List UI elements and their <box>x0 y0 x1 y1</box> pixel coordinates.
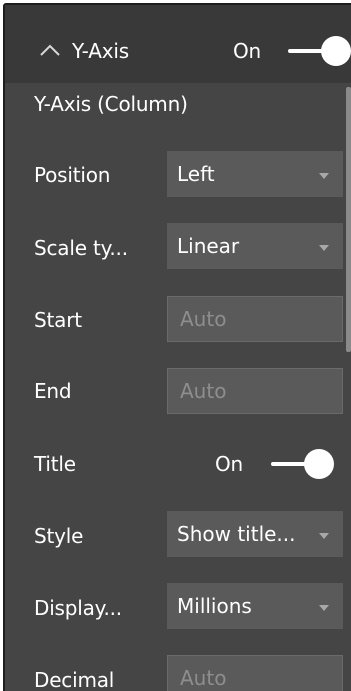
y-axis-toggle[interactable] <box>288 36 351 66</box>
chevron-down-icon <box>319 533 329 539</box>
style-value: Show title... <box>177 522 296 546</box>
scale-type-label: Scale ty... <box>34 236 128 260</box>
scale-type-dropdown[interactable]: Linear <box>167 223 343 269</box>
scrollbar-thumb[interactable] <box>346 87 351 352</box>
chevron-down-icon <box>319 245 329 251</box>
style-label: Style <box>34 524 84 548</box>
chevron-down-icon <box>319 605 329 611</box>
chevron-up-icon[interactable] <box>39 43 61 57</box>
toggle-knob <box>321 36 351 66</box>
start-input[interactable] <box>168 297 342 341</box>
section-title: Y-Axis <box>72 39 129 63</box>
display-units-dropdown[interactable]: Millions <box>167 583 343 629</box>
title-label: Title <box>34 452 76 476</box>
start-label: Start <box>34 308 82 332</box>
chevron-down-icon <box>319 173 329 179</box>
subsection-title: Y-Axis (Column) <box>34 92 188 116</box>
y-axis-toggle-label: On <box>233 39 262 63</box>
decimal-places-input[interactable] <box>168 656 342 691</box>
position-label: Position <box>34 163 111 187</box>
start-field <box>167 296 343 342</box>
position-dropdown[interactable]: Left <box>167 151 343 197</box>
end-field <box>167 368 343 414</box>
end-input[interactable] <box>168 369 342 413</box>
position-value: Left <box>177 162 215 186</box>
decimal-places-label: Decimal <box>34 668 115 691</box>
end-label: End <box>34 379 72 403</box>
title-toggle[interactable] <box>271 449 334 479</box>
scale-type-value: Linear <box>177 234 240 258</box>
toggle-knob <box>304 449 334 479</box>
display-units-value: Millions <box>177 594 252 618</box>
format-pane: Y-Axis On Y-Axis (Column) Position Left … <box>0 0 351 691</box>
style-dropdown[interactable]: Show title... <box>167 511 343 557</box>
title-toggle-label: On <box>215 452 244 476</box>
decimal-places-field <box>167 655 343 691</box>
display-units-label: Display... <box>34 596 122 620</box>
y-axis-section-header[interactable]: Y-Axis On <box>5 5 351 83</box>
